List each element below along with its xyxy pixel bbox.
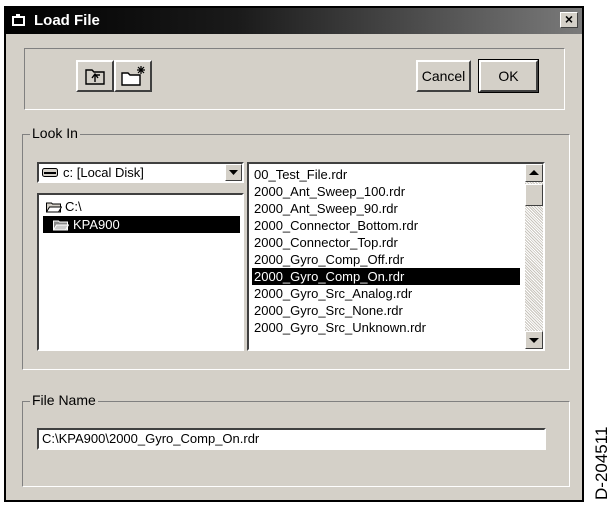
directory-item-selected[interactable]: KPA900 xyxy=(43,216,240,233)
file-item-selected[interactable]: 2000_Gyro_Comp_On.rdr xyxy=(252,268,520,285)
scroll-up-button[interactable] xyxy=(525,164,543,182)
close-button[interactable]: × xyxy=(560,12,578,28)
new-folder-button[interactable] xyxy=(114,60,152,92)
file-item[interactable]: 2000_Ant_Sweep_90.rdr xyxy=(252,200,400,217)
file-item[interactable]: 2000_Gyro_Src_Analog.rdr xyxy=(252,285,414,302)
scroll-down-button[interactable] xyxy=(525,331,543,349)
drive-select[interactable]: c: [Local Disk] xyxy=(37,162,244,183)
directory-item[interactable]: C:\ xyxy=(43,198,82,215)
app-icon xyxy=(12,14,25,26)
file-item[interactable]: 00_Test_File.rdr xyxy=(252,166,349,183)
arrow-up-icon xyxy=(529,170,539,175)
file-item[interactable]: 2000_Gyro_Comp_Off.rdr xyxy=(252,251,406,268)
file-list-scrollbar[interactable] xyxy=(525,164,543,349)
open-folder-icon xyxy=(46,202,62,213)
file-list[interactable]: 00_Test_File.rdr 2000_Ant_Sweep_100.rdr … xyxy=(247,162,545,351)
directory-list[interactable]: C:\ KPA900 xyxy=(37,193,244,351)
drive-icon xyxy=(42,168,58,177)
drive-value: c: [Local Disk] xyxy=(63,165,144,180)
chevron-down-icon xyxy=(229,170,238,175)
file-item[interactable]: 2000_Connector_Bottom.rdr xyxy=(252,217,420,234)
window-title: Load File xyxy=(34,12,100,29)
up-folder-button[interactable] xyxy=(76,60,114,92)
new-folder-icon xyxy=(121,66,145,86)
drive-dropdown-button[interactable] xyxy=(225,164,242,181)
file-item[interactable]: 2000_Gyro_Src_Unknown.rdr xyxy=(252,319,428,336)
cancel-button[interactable]: Cancel xyxy=(416,60,471,92)
file-item[interactable]: 2000_Gyro_Src_None.rdr xyxy=(252,302,405,319)
title-bar[interactable]: Load File × xyxy=(6,8,582,34)
arrow-down-icon xyxy=(529,338,539,343)
scroll-thumb[interactable] xyxy=(525,184,543,206)
file-item[interactable]: 2000_Ant_Sweep_100.rdr xyxy=(252,183,407,200)
file-name-label: File Name xyxy=(30,392,98,408)
document-id: D-204511 xyxy=(592,426,611,500)
ok-button[interactable]: OK xyxy=(478,59,539,93)
open-folder-icon xyxy=(53,220,69,231)
look-in-label: Look In xyxy=(30,125,80,141)
folder-up-icon xyxy=(85,69,105,85)
file-name-input[interactable]: C:\KPA900\2000_Gyro_Comp_On.rdr xyxy=(37,428,546,450)
file-item[interactable]: 2000_Connector_Top.rdr xyxy=(252,234,400,251)
close-icon: × xyxy=(564,11,574,27)
